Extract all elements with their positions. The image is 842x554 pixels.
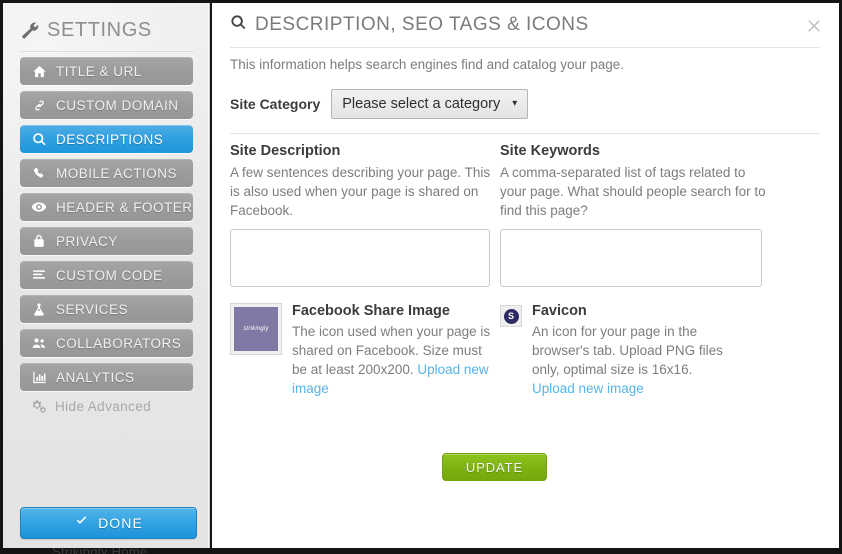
facebook-share-image-text: Facebook Share Image The icon used when … <box>292 303 500 398</box>
sidebar-item-label: CUSTOM CODE <box>56 267 163 283</box>
site-description-column: Site Description A few sentences describ… <box>230 143 500 292</box>
sidebar-title: SETTINGS <box>47 18 152 41</box>
panel-title-group: DESCRIPTION, SEO TAGS & ICONS <box>230 14 589 36</box>
sidebar-item-analytics[interactable]: ANALYTICS <box>20 363 193 391</box>
page-title: DESCRIPTION, SEO TAGS & ICONS <box>255 14 589 35</box>
sidebar-item-privacy[interactable]: PRIVACY <box>20 227 193 255</box>
bar-chart-icon <box>31 369 47 385</box>
facebook-share-image-thumbnail[interactable]: strikingly <box>230 303 282 355</box>
sidebar-item-label: COLLABORATORS <box>56 335 182 351</box>
site-keywords-column: Site Keywords A comma-separated list of … <box>500 143 770 292</box>
chevron-down-icon: ▾ <box>512 98 518 109</box>
favicon-help: An icon for your page in the browser's t… <box>532 324 723 377</box>
sidebar-item-label: DESCRIPTIONS <box>56 131 164 147</box>
site-keywords-title: Site Keywords <box>500 143 600 159</box>
site-category-row: Site Category Please select a category ▾ <box>230 89 529 119</box>
sidebar-divider <box>20 51 194 52</box>
favicon-title: Favicon <box>532 303 587 319</box>
update-button-label: UPDATE <box>465 459 524 475</box>
settings-sidebar: SETTINGS TITLE & URL CUSTOM DOMAIN DESCR… <box>3 3 210 548</box>
sidebar-nav: TITLE & URL CUSTOM DOMAIN DESCRIPTIONS M… <box>3 57 209 397</box>
wrench-icon <box>20 20 40 40</box>
favicon-thumbnail[interactable]: S <box>500 305 522 327</box>
sidebar-item-header-footer[interactable]: HEADER & FOOTER <box>20 193 193 221</box>
gears-icon <box>31 398 47 414</box>
site-description-input[interactable] <box>230 229 490 287</box>
site-description-help: A few sentences describing your page. Th… <box>230 165 491 218</box>
facebook-share-image-block: strikingly Facebook Share Image The icon… <box>230 303 500 398</box>
sidebar-item-title-url[interactable]: TITLE & URL <box>20 57 193 85</box>
sidebar-item-mobile-actions[interactable]: MOBILE ACTIONS <box>20 159 193 187</box>
facebook-share-image-word: strikingly <box>243 326 269 332</box>
sidebar-item-label: PRIVACY <box>56 233 118 249</box>
site-category-label: Site Category <box>230 96 321 112</box>
facebook-share-image-title: Facebook Share Image <box>292 303 450 319</box>
settings-panel: DESCRIPTION, SEO TAGS & ICONS This infor… <box>212 3 839 548</box>
sidebar-header: SETTINGS <box>3 13 209 47</box>
sidebar-item-label: TITLE & URL <box>56 63 142 79</box>
hide-advanced-button[interactable]: Hide Advanced <box>31 398 151 414</box>
search-icon <box>31 131 47 147</box>
close-icon[interactable] <box>805 17 823 35</box>
sidebar-item-custom-domain[interactable]: CUSTOM DOMAIN <box>20 91 193 119</box>
hide-advanced-label: Hide Advanced <box>55 398 152 414</box>
eye-icon <box>31 199 47 215</box>
site-description-title: Site Description <box>230 143 341 159</box>
favicon-letter: S <box>507 310 514 321</box>
check-icon <box>74 514 89 532</box>
search-icon <box>230 14 247 36</box>
sidebar-item-label: ANALYTICS <box>56 369 135 385</box>
code-lines-icon <box>31 267 47 283</box>
facebook-share-image-description: The icon used when your page is shared o… <box>292 322 492 398</box>
panel-section-divider <box>230 133 820 134</box>
sidebar-item-label: HEADER & FOOTER <box>56 199 193 215</box>
users-icon <box>31 335 47 351</box>
done-button[interactable]: DONE <box>20 507 197 539</box>
sidebar-item-collaborators[interactable]: COLLABORATORS <box>20 329 193 357</box>
site-category-select[interactable]: Please select a category ▾ <box>331 89 529 119</box>
panel-header-divider <box>230 47 820 48</box>
panel-header: DESCRIPTION, SEO TAGS & ICONS <box>212 3 839 49</box>
site-keywords-help: A comma-separated list of tags related t… <box>500 165 766 218</box>
image-settings-row: strikingly Facebook Share Image The icon… <box>230 303 820 398</box>
home-icon <box>31 63 47 79</box>
link-icon <box>31 97 47 113</box>
sidebar-item-descriptions[interactable]: DESCRIPTIONS <box>20 125 193 153</box>
site-keywords-input[interactable] <box>500 229 762 287</box>
favicon-block: S Favicon An icon for your page in the b… <box>500 303 770 398</box>
done-button-label: DONE <box>98 515 143 531</box>
phone-icon <box>31 165 47 181</box>
favicon-upload-new-image-link[interactable]: Upload new image <box>532 381 644 396</box>
sidebar-item-label: CUSTOM DOMAIN <box>56 97 179 113</box>
sidebar-item-services[interactable]: SERVICES <box>20 295 193 323</box>
sidebar-item-label: SERVICES <box>56 301 129 317</box>
update-button[interactable]: UPDATE <box>442 453 547 481</box>
lock-icon <box>31 233 47 249</box>
fields-columns: Site Description A few sentences describ… <box>230 143 820 292</box>
sidebar-item-label: MOBILE ACTIONS <box>56 165 178 181</box>
favicon-preview: S <box>503 308 519 324</box>
panel-intro-text: This information helps search engines fi… <box>230 57 624 72</box>
site-category-value: Please select a category <box>342 96 501 112</box>
favicon-text: Favicon An icon for your page in the bro… <box>532 303 770 398</box>
favicon-description: An icon for your page in the browser's t… <box>532 322 738 398</box>
sidebar-item-custom-code[interactable]: CUSTOM CODE <box>20 261 193 289</box>
flask-icon <box>31 301 47 317</box>
app-root: Strikingly Home SETTINGS TITLE & URL CUS… <box>0 0 842 554</box>
facebook-share-image-preview: strikingly <box>234 307 278 351</box>
